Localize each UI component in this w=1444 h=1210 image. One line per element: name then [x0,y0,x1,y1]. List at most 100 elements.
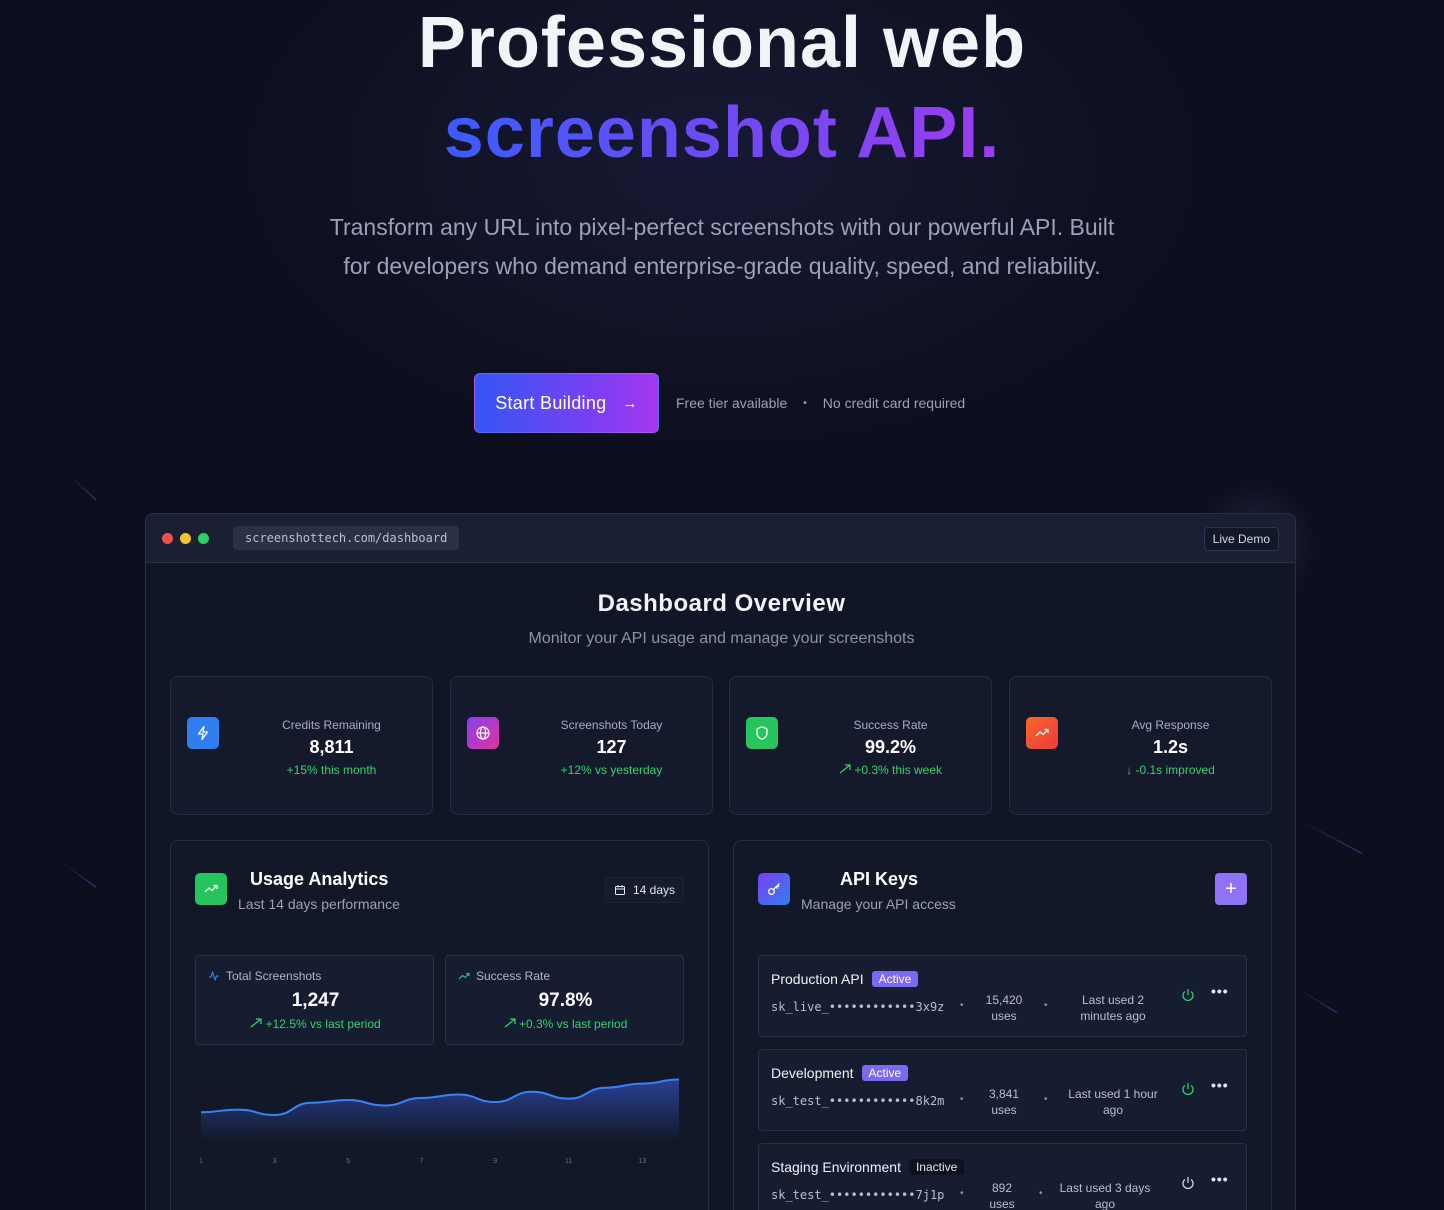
analytics-title: Usage Analytics [250,869,389,889]
uses-label: uses [989,1197,1015,1210]
stat-label: Credits Remaining [282,718,381,732]
address-bar[interactable]: screenshottech.com/dashboard [233,526,460,550]
chart-x-tick-label: 7 [420,1158,424,1165]
stat-change: +15% this month [286,763,377,777]
separator-dot: • [960,1188,964,1199]
power-icon[interactable] [1180,1175,1196,1191]
stat-card-success-rate: Success Rate 99.2% +0.3% this week [729,676,992,815]
chart-x-tick-label: 1 [199,1158,203,1165]
more-options-icon[interactable]: ••• [1211,1077,1229,1093]
more-options-icon[interactable]: ••• [1211,983,1229,999]
api-key-uses: 892 uses [977,1180,1027,1210]
decorative-streak [61,862,97,888]
trend-icon [1026,717,1058,749]
last-used-line1: Last used 3 days [1059,1181,1151,1195]
cta-notes: Free tier available • No credit card req… [676,395,965,411]
stat-change: ↓ -0.1s improved [1070,763,1271,777]
last-used-line1: Last used 2 [1081,993,1145,1007]
shield-icon [746,717,778,749]
chart-x-tick-label: 5 [346,1158,350,1165]
live-demo-badge: Live Demo [1203,527,1279,551]
stat-card-avg-response: Avg Response 1.2s ↓ -0.1s improved [1009,676,1272,815]
dashboard-title: Dashboard Overview [597,590,846,617]
stat-change-text: -0.1s improved [1135,763,1215,777]
uses-count: 15,420 [985,993,1023,1007]
minimize-window-dot[interactable] [180,532,191,544]
separator-dot: • [960,1094,964,1105]
key-icon [758,873,790,905]
api-key-last-used: Last used 3 days ago [1055,1180,1155,1210]
stat-label: Avg Response [1131,718,1210,732]
mini-card-value: 1,247 [291,990,340,1011]
trending-up-icon [458,972,470,980]
chart-x-tick-label: 13 [638,1158,646,1165]
stat-value: 8,811 [309,737,354,757]
hero-title-highlight: screenshot API. [443,93,1001,173]
analytics-subtitle: Last 14 days performance [238,896,400,912]
power-icon[interactable] [1180,1081,1196,1097]
maximize-window-dot[interactable] [198,532,209,544]
mini-card-total-screenshots: Total Screenshots 1,247 +12.5% vs last p… [195,955,434,1045]
browser-toolbar: screenshottech.com/dashboard Live Demo [146,514,1295,563]
mini-card-change: +12.5% vs last period [196,1017,435,1031]
stat-card-credits: Credits Remaining 8,811 +15% this month [170,676,433,815]
stat-change: +0.3% this week [790,763,991,777]
window-controls [162,532,209,544]
power-icon[interactable] [1180,987,1196,1003]
stat-label: Success Rate [853,718,928,732]
api-key-row: Production API Active sk_live_••••••••••… [758,955,1247,1037]
api-key-name: Staging Environment [771,1159,901,1175]
note-separator: • [803,397,807,409]
last-used-line2: ago [1102,1103,1124,1117]
hero-title-line1: Professional web [417,3,1027,83]
arrow-right-icon: → [622,394,638,412]
status-badge: Inactive [908,1159,965,1175]
stat-value: 99.2% [864,737,917,757]
start-building-label: Start Building [495,392,607,413]
chart-x-tick-label: 9 [493,1158,497,1165]
api-keys-panel: API Keys Manage your API access + Produc… [733,840,1272,1210]
start-building-button[interactable]: Start Building → [474,373,659,433]
stat-label: Screenshots Today [560,718,663,732]
add-api-key-button[interactable]: + [1215,873,1247,905]
api-key-row: Staging Environment Inactive sk_test_•••… [758,1143,1247,1210]
api-key-row: Development Active sk_test_••••••••••••8… [758,1049,1247,1131]
trending-up-icon [250,1018,262,1028]
chart-x-tick-label: 3 [273,1158,277,1165]
separator-dot: • [1044,1000,1048,1011]
more-options-icon[interactable]: ••• [1211,1171,1229,1187]
api-key-token[interactable]: sk_test_••••••••••••8k2m [771,1094,944,1108]
mini-card-label: Total Screenshots [226,969,322,983]
mini-card-change-text: +12.5% vs last period [265,1017,381,1031]
api-key-last-used: Last used 1 hour ago [1063,1086,1163,1118]
usage-area-chart: 1 3 5 7 9 11 13 [199,1078,680,1165]
stat-change: +12% vs yesterday [560,763,663,777]
api-key-token[interactable]: sk_live_••••••••••••3x9z [771,1000,944,1014]
activity-icon [209,971,219,981]
uses-label: uses [991,1009,1017,1023]
decorative-streak [67,474,97,501]
api-key-last-used: Last used 2 minutes ago [1063,992,1163,1024]
separator-dot: • [1039,1188,1043,1199]
trending-up-icon [839,764,851,774]
dashboard-subtitle: Monitor your API usage and manage your s… [528,630,915,647]
api-key-token[interactable]: sk_test_••••••••••••7j1p [771,1188,944,1202]
bolt-icon [187,717,219,749]
date-range-selector[interactable]: 14 days [604,877,684,903]
chart-x-tick-label: 11 [565,1158,572,1165]
last-used-line2: minutes ago [1080,1009,1146,1023]
stat-value: 1.2s [1152,737,1189,757]
hero-subtitle: Transform any URL into pixel-perfect scr… [329,214,1115,279]
trending-up-icon [195,873,227,905]
hero-title-line2: screenshot API. [0,92,1444,174]
mini-card-success-rate: Success Rate 97.8% +0.3% vs last period [445,955,684,1045]
stat-card-screenshots: Screenshots Today 127 +12% vs yesterday [450,676,713,815]
stat-value: 127 [596,737,627,757]
close-window-dot[interactable] [162,532,173,544]
mini-card-label: Success Rate [476,969,551,983]
free-tier-note: Free tier available [676,395,788,411]
calendar-icon [614,885,625,895]
last-used-line1: Last used 1 hour [1068,1087,1158,1101]
chart-x-ticks: 1 3 5 7 9 11 13 [199,1158,646,1165]
date-range-label: 14 days [632,883,675,897]
